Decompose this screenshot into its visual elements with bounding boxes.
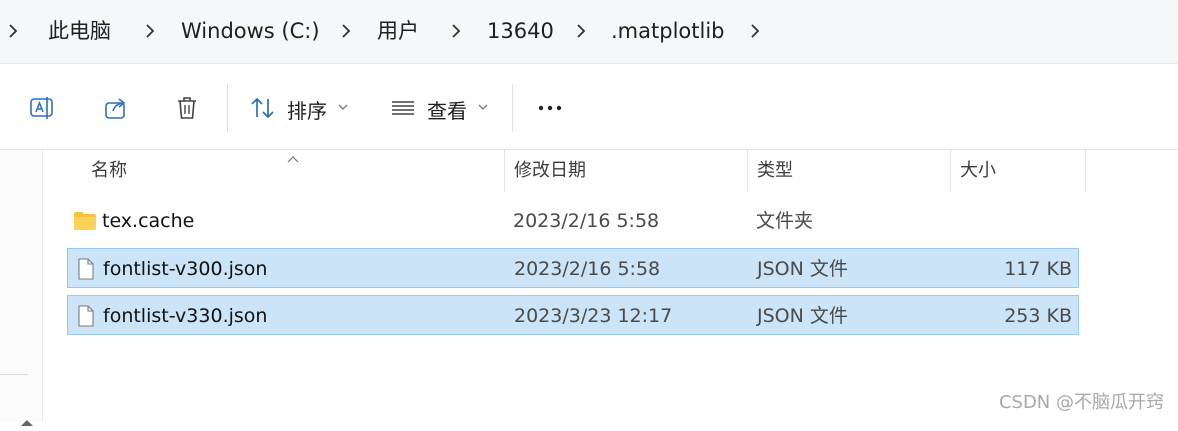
delete-button[interactable] [172,92,202,124]
breadcrumb-item-user-folder[interactable]: 13640 [487,16,554,46]
view-icon[interactable] [388,94,418,122]
command-bar: 排序 查看 [0,64,1178,150]
file-type: JSON 文件 [757,305,848,327]
view-button[interactable]: 查看 [427,97,467,125]
folder-icon [73,209,97,233]
sort-button[interactable]: 排序 [287,97,327,125]
rename-button[interactable] [25,92,59,124]
file-icon [74,304,98,328]
chevron-right-icon[interactable] [574,17,588,45]
file-name: fontlist-v300.json [103,258,268,280]
share-button[interactable] [100,92,132,124]
column-header-type[interactable]: 类型 [747,150,949,192]
file-size: 117 KB [1004,258,1072,280]
column-header-name[interactable]: 名称 [81,150,503,192]
chevron-down-icon [477,100,489,114]
breadcrumb-item-users[interactable]: 用户 [377,16,419,46]
chevron-right-icon[interactable] [449,17,463,45]
file-modified: 2023/3/23 12:17 [514,305,673,327]
breadcrumb-item-matplotlib[interactable]: .matplotlib [611,16,724,46]
column-divider[interactable] [1085,150,1086,192]
column-header-modified[interactable]: 修改日期 [504,150,746,192]
list-item-tex-cache[interactable]: tex.cache 2023/2/16 5:58 文件夹 [67,201,1079,241]
breadcrumb-item-drive[interactable]: Windows (C:) [181,16,320,46]
toolbar-divider [227,84,228,132]
more-icon [538,105,562,111]
chevron-right-icon[interactable] [6,17,20,45]
file-name: tex.cache [102,210,195,232]
chevron-right-icon[interactable] [143,17,157,45]
file-name: fontlist-v330.json [103,305,268,327]
breadcrumb: 此电脑 Windows (C:) 用户 13640 .matplotlib [0,0,1178,64]
trash-icon [178,97,196,119]
watermark: CSDN @不脑瓜开窍 [998,392,1164,413]
file-modified: 2023/2/16 5:58 [514,258,661,280]
file-type: 文件夹 [756,210,814,232]
column-header-size[interactable]: 大小 [950,150,1084,192]
file-icon [74,257,98,281]
rename-icon [30,97,53,119]
breadcrumb-item-this-pc[interactable]: 此电脑 [48,16,111,46]
list-item-fontlist-v330[interactable]: fontlist-v330.json 2023/3/23 12:17 JSON … [67,295,1079,335]
file-size: 253 KB [1004,305,1072,327]
share-icon [105,98,126,119]
sort-icon[interactable] [248,93,278,123]
list-item-fontlist-v300[interactable]: fontlist-v300.json 2023/2/16 5:58 JSON 文… [67,248,1079,288]
more-options-button[interactable] [534,94,566,122]
file-modified: 2023/2/16 5:58 [513,210,660,232]
toolbar-divider [512,84,513,132]
nav-divider [0,374,28,375]
chevron-down-icon [337,100,349,114]
file-type: JSON 文件 [757,258,848,280]
chevron-right-icon[interactable] [339,17,353,45]
chevron-right-icon[interactable] [748,17,762,45]
navigation-pane[interactable] [0,150,43,426]
